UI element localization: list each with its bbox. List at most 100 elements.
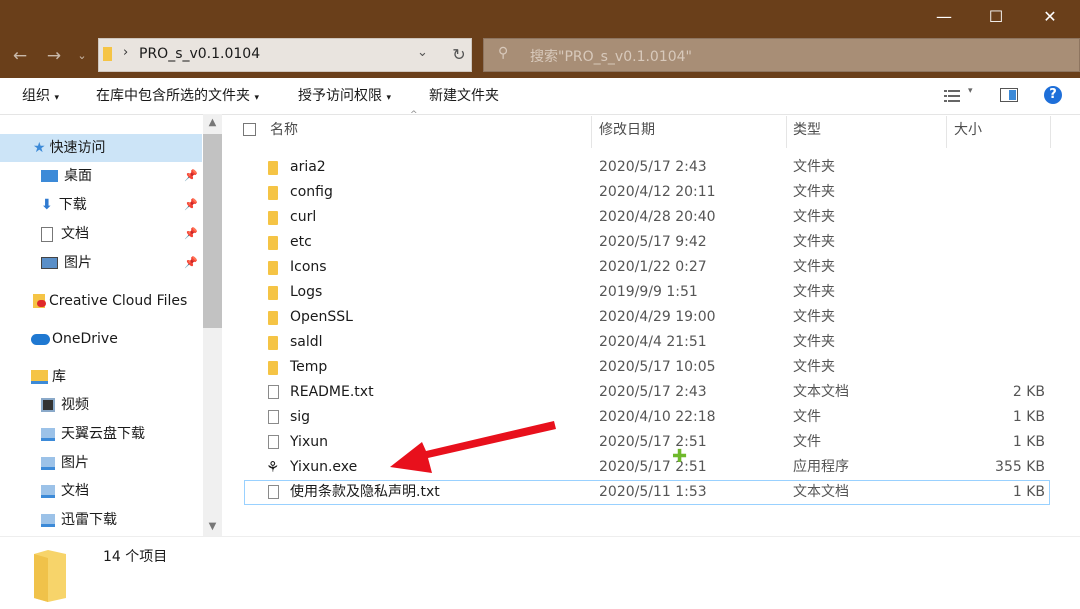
folder-icon bbox=[268, 261, 278, 275]
refresh-icon[interactable]: ↻ bbox=[446, 38, 472, 72]
folder-icon bbox=[103, 47, 112, 61]
folder-icon bbox=[268, 336, 278, 350]
file-type: 应用程序 bbox=[793, 459, 849, 475]
text-file-icon bbox=[268, 485, 279, 499]
table-row[interactable]: 使用条款及隐私声明.txt 2020/5/11 1:53 文本文档 1 KB bbox=[244, 480, 1050, 505]
table-row[interactable]: Icons 2020/1/22 0:27 文件夹 bbox=[244, 255, 1050, 280]
table-row[interactable]: curl 2020/4/28 20:40 文件夹 bbox=[244, 205, 1050, 230]
file-name: saldl bbox=[290, 334, 323, 350]
file-type: 文件 bbox=[793, 409, 821, 425]
move-cursor-icon: ✚ bbox=[672, 446, 688, 467]
select-all-checkbox[interactable] bbox=[243, 123, 256, 136]
file-date: 2020/1/22 0:27 bbox=[599, 259, 707, 275]
maximize-button[interactable]: ☐ bbox=[970, 0, 1022, 34]
column-divider[interactable] bbox=[1050, 116, 1051, 148]
table-row[interactable]: aria2 2020/5/17 2:43 文件夹 bbox=[244, 155, 1050, 180]
file-name: Icons bbox=[290, 259, 327, 275]
file-date: 2020/5/17 2:51 bbox=[599, 459, 707, 475]
column-header-type[interactable]: 类型 bbox=[793, 116, 821, 144]
file-name: etc bbox=[290, 234, 312, 250]
help-icon[interactable]: ? bbox=[1044, 86, 1062, 104]
file-name: sig bbox=[290, 409, 311, 425]
file-size: 1 KB bbox=[1012, 409, 1045, 425]
column-header-date[interactable]: 修改日期 bbox=[599, 116, 655, 144]
address-dropdown-icon[interactable]: ⌄ bbox=[417, 45, 428, 60]
table-row[interactable]: ⚘ Yixun.exe 2020/5/17 2:51 应用程序 355 KB bbox=[244, 455, 1050, 480]
annotation-arrow-icon bbox=[390, 421, 556, 473]
breadcrumb[interactable]: PRO_s_v0.1.0104 bbox=[139, 46, 260, 62]
search-input[interactable]: ⚲ 搜索"PRO_s_v0.1.0104" bbox=[483, 38, 1080, 72]
preview-pane-icon[interactable] bbox=[1000, 88, 1018, 102]
file-date: 2020/5/11 1:53 bbox=[599, 484, 707, 500]
scroll-up-icon[interactable]: ▲ bbox=[203, 114, 222, 132]
column-divider[interactable] bbox=[591, 116, 592, 148]
grant-access-menu[interactable]: 授予访问权限 ▾ bbox=[298, 78, 391, 114]
sort-ascending-icon: ^ bbox=[410, 110, 418, 120]
file-date: 2020/5/17 2:51 bbox=[599, 434, 707, 450]
scroll-down-icon[interactable]: ▼ bbox=[203, 518, 222, 536]
file-size: 1 KB bbox=[1012, 484, 1045, 500]
folder-icon bbox=[268, 161, 278, 175]
column-header-name[interactable]: 名称 bbox=[270, 116, 298, 144]
column-header-size[interactable]: 大小 bbox=[954, 116, 982, 144]
file-name: 使用条款及隐私声明.txt bbox=[290, 484, 440, 500]
file-size: 1 KB bbox=[1012, 434, 1045, 450]
column-divider[interactable] bbox=[786, 116, 787, 148]
table-row[interactable]: Temp 2020/5/17 10:05 文件夹 bbox=[244, 355, 1050, 380]
table-row[interactable]: saldl 2020/4/4 21:51 文件夹 bbox=[244, 330, 1050, 355]
file-type: 文件夹 bbox=[793, 359, 835, 375]
view-options-icon[interactable] bbox=[944, 88, 960, 102]
table-row[interactable]: sig 2020/4/10 22:18 文件 1 KB bbox=[244, 405, 1050, 430]
file-size: 355 KB bbox=[995, 459, 1045, 475]
folder-icon bbox=[268, 286, 278, 300]
file-date: 2020/5/17 10:05 bbox=[599, 359, 716, 375]
view-dropdown-icon[interactable]: ▾ bbox=[968, 86, 973, 96]
file-size: 2 KB bbox=[1012, 384, 1045, 400]
back-arrow-icon[interactable]: ← bbox=[6, 43, 34, 69]
address-bar[interactable]: › PRO_s_v0.1.0104 ⌄ bbox=[98, 38, 472, 72]
table-row[interactable]: OpenSSL 2020/4/29 19:00 文件夹 bbox=[244, 305, 1050, 330]
column-divider[interactable] bbox=[946, 116, 947, 148]
file-name: Yixun.exe bbox=[290, 459, 358, 475]
minimize-button[interactable]: — bbox=[918, 0, 970, 34]
file-type: 文件 bbox=[793, 434, 821, 450]
breadcrumb-chevron-icon: › bbox=[123, 45, 129, 60]
file-date: 2020/4/4 21:51 bbox=[599, 334, 707, 350]
file-name: config bbox=[290, 184, 333, 200]
new-folder-button[interactable]: 新建文件夹 bbox=[429, 78, 499, 114]
search-placeholder: 搜索"PRO_s_v0.1.0104" bbox=[530, 49, 692, 65]
folder-icon bbox=[268, 311, 278, 325]
table-row[interactable]: Logs 2019/9/9 1:51 文件夹 bbox=[244, 280, 1050, 305]
include-in-library-menu[interactable]: 在库中包含所选的文件夹 ▾ bbox=[96, 78, 259, 114]
file-type: 文件夹 bbox=[793, 209, 835, 225]
table-row[interactable]: README.txt 2020/5/17 2:43 文本文档 2 KB bbox=[244, 380, 1050, 405]
file-name: OpenSSL bbox=[290, 309, 353, 325]
file-date: 2019/9/9 1:51 bbox=[599, 284, 698, 300]
search-icon: ⚲ bbox=[498, 45, 509, 61]
item-count: 14 个项目 bbox=[103, 549, 168, 565]
file-name: Yixun bbox=[290, 434, 328, 450]
close-button[interactable]: ✕ bbox=[1024, 0, 1076, 34]
file-date: 2020/4/28 20:40 bbox=[599, 209, 716, 225]
file-date: 2020/5/17 2:43 bbox=[599, 159, 707, 175]
file-date: 2020/5/17 2:43 bbox=[599, 384, 707, 400]
table-row[interactable]: config 2020/4/12 20:11 文件夹 bbox=[244, 180, 1050, 205]
file-type: 文件夹 bbox=[793, 309, 835, 325]
recent-dropdown-icon[interactable]: ⌄ bbox=[72, 43, 92, 69]
file-date: 2020/4/10 22:18 bbox=[599, 409, 716, 425]
file-date: 2020/5/17 9:42 bbox=[599, 234, 707, 250]
organize-menu[interactable]: 组织 ▾ bbox=[22, 78, 59, 114]
file-type: 文件夹 bbox=[793, 159, 835, 175]
folder-icon bbox=[268, 211, 278, 225]
forward-arrow-icon[interactable]: → bbox=[40, 43, 68, 69]
file-icon bbox=[268, 435, 279, 449]
exe-icon: ⚘ bbox=[266, 458, 280, 476]
file-name: aria2 bbox=[290, 159, 326, 175]
table-row[interactable]: Yixun 2020/5/17 2:51 文件 1 KB bbox=[244, 430, 1050, 455]
star-icon: ★ bbox=[33, 140, 46, 156]
folder-large-icon bbox=[32, 548, 68, 602]
file-date: 2020/4/29 19:00 bbox=[599, 309, 716, 325]
table-row[interactable]: etc 2020/5/17 9:42 文件夹 bbox=[244, 230, 1050, 255]
file-name: curl bbox=[290, 209, 317, 225]
organize-label: 组织 bbox=[22, 88, 50, 104]
